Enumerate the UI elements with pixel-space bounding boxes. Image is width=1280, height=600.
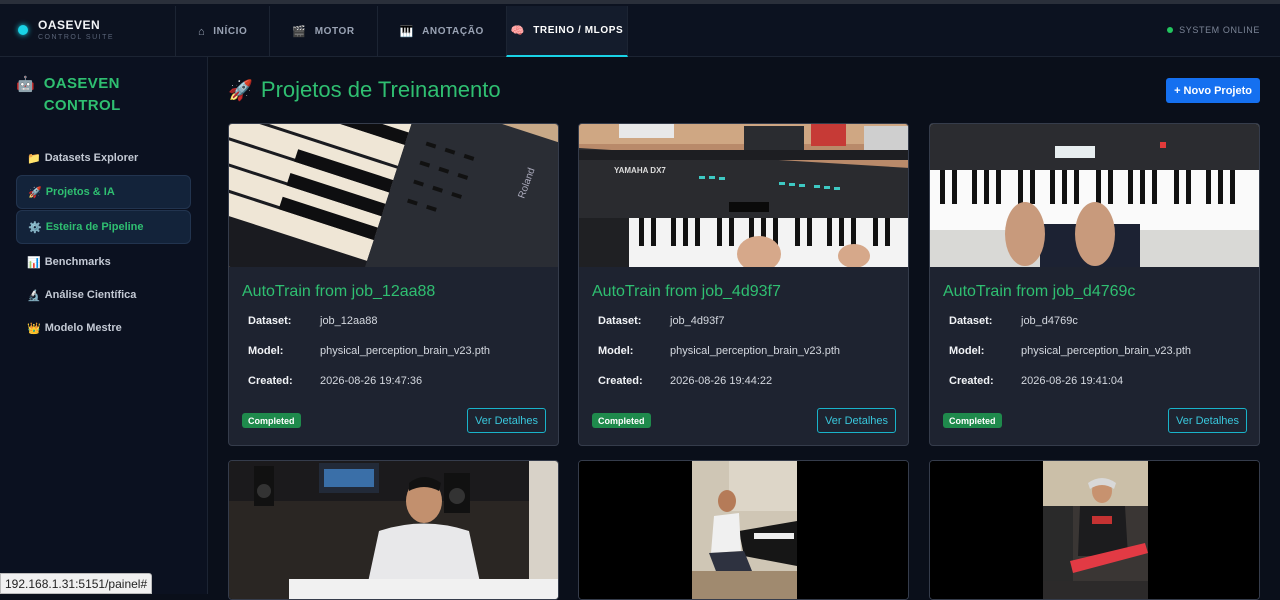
clapper-icon: 🎬 [292,26,307,38]
model-field: Model: physical_perception_brain_v23.pth [598,345,840,357]
sidebar: 🤖 OASEVEN CONTROL 📁 Datasets Explorer 🚀 Pr… [0,57,208,594]
project-card[interactable] [929,460,1260,600]
tab-label: ANOTAÇÃO [422,26,484,37]
project-card-title: AutoTrain from job_4d93f7 [592,283,781,300]
created-label: Created: [598,375,643,387]
dataset-field: Dataset: job_d4769c [949,315,1078,327]
sidebar-item-label: Datasets Explorer [44,152,139,164]
project-card[interactable]: AutoTrain from job_d4769c Dataset: job_d4… [929,123,1260,446]
sidebar-brand-line2: CONTROL [43,97,121,114]
dataset-label: Dataset: [598,315,642,327]
status-badge: Completed [943,413,1002,428]
folder-icon: 📁 [27,152,41,165]
brand-name: OASEVEN [38,18,101,32]
piano-icon: 🎹 [399,26,415,38]
created-label: Created: [949,375,994,387]
tab-treino-mlops[interactable]: 🧠 TREINO / MLOPS [505,6,629,57]
crown-icon: 👑 [27,322,41,335]
model-label: Model: [598,345,634,357]
tab-label: INÍCIO [213,26,248,37]
rocket-icon: 🚀 [28,186,42,199]
sidebar-item-label: Análise Científica [44,289,137,301]
model-value: physical_perception_brain_v23.pth [320,345,491,357]
status-badge: Completed [592,413,651,428]
created-field: Created: 2026-08-26 19:47:36 [248,375,422,387]
thumbnail-brand-text: YAMAHA DX7 [614,166,666,175]
view-details-button[interactable]: Ver Detalhes [817,408,896,433]
project-card-title: AutoTrain from job_12aa88 [242,283,436,300]
tab-inicio[interactable]: ⌂ INÍCIO [175,6,269,57]
created-value: 2026-08-26 19:44:22 [670,375,773,387]
brand[interactable]: OASEVEN CONTROL SUITE [18,18,114,41]
sidebar-item-datasets-explorer[interactable]: 📁 Datasets Explorer [16,141,191,175]
rocket-icon: 🚀 [228,79,253,102]
tab-anotacao[interactable]: 🎹 ANOTAÇÃO [376,6,506,57]
online-dot-icon [1167,27,1174,33]
tab-motor[interactable]: 🎬 MOTOR [269,6,376,57]
project-thumbnail[interactable] [579,461,909,600]
robot-icon: 🤖 [16,76,35,93]
project-thumbnail[interactable]: Roland [229,124,558,267]
project-thumbnail[interactable] [930,124,1259,267]
sidebar-item-label: Esteira de Pipeline [45,221,144,233]
project-card-title: AutoTrain from job_d4769c [943,283,1136,300]
view-details-button[interactable]: Ver Detalhes [1168,408,1247,433]
sidebar-item-analise-cientifica[interactable]: 🔬 Análise Científica [16,278,191,312]
system-status-label: SYSTEM ONLINE [1179,25,1260,35]
brand-subtitle: CONTROL SUITE [38,34,115,41]
sidebar-item-projetos-ia[interactable]: 🚀 Projetos & IA [16,175,191,209]
project-thumbnail[interactable] [229,461,559,600]
dataset-label: Dataset: [248,315,292,327]
project-thumbnail[interactable]: YAMAHA DX7 [579,124,908,267]
created-field: Created: 2026-08-26 19:44:22 [598,375,772,387]
status-badge: Completed [242,413,301,428]
tab-label: MOTOR [314,26,355,37]
sidebar-item-label: Projetos & IA [45,186,115,198]
created-value: 2026-08-26 19:41:04 [1021,375,1124,387]
new-project-button[interactable]: + Novo Projeto [1166,78,1260,103]
sidebar-item-esteira-pipeline[interactable]: ⚙️ Esteira de Pipeline [16,210,191,244]
sidebar-item-modelo-mestre[interactable]: 👑 Modelo Mestre [16,311,191,345]
sidebar-item-label: Benchmarks [44,256,111,268]
main-nav: ⌂ INÍCIO 🎬 MOTOR 🎹 ANOTAÇÃO 🧠 TREINO / MLOPS [175,6,629,57]
dataset-field: Dataset: job_4d93f7 [598,315,724,327]
sidebar-item-label: Modelo Mestre [44,322,122,334]
tab-label: TREINO / MLOPS [533,25,624,36]
brand-status-dot-icon [18,24,28,35]
page-title: 🚀 Projetos de Treinamento [228,77,501,103]
dataset-field: Dataset: job_12aa88 [248,315,378,327]
created-value: 2026-08-26 19:47:36 [320,375,423,387]
created-field: Created: 2026-08-26 19:41:04 [949,375,1123,387]
dataset-value: job_12aa88 [320,315,378,327]
system-status: SYSTEM ONLINE [1167,25,1260,35]
model-field: Model: physical_perception_brain_v23.pth [248,345,490,357]
microscope-icon: 🔬 [27,289,41,302]
page-title-text: Projetos de Treinamento [260,77,501,102]
model-label: Model: [949,345,985,357]
browser-status-url: 192.168.1.31:5151/painel# [0,573,153,594]
project-thumbnail[interactable] [930,461,1260,600]
sidebar-brand-line1: OASEVEN [43,75,120,92]
model-label: Model: [248,345,284,357]
dataset-value: job_4d93f7 [670,315,725,327]
model-field: Model: physical_perception_brain_v23.pth [949,345,1191,357]
home-icon: ⌂ [198,25,206,38]
dataset-label: Dataset: [949,315,993,327]
project-card[interactable]: Roland AutoTrain from job_12aa88 Dataset… [228,123,559,446]
model-value: physical_perception_brain_v23.pth [670,345,841,357]
bar-chart-icon: 📊 [27,256,41,269]
sidebar-item-benchmarks[interactable]: 📊 Benchmarks [16,245,191,279]
dataset-value: job_d4769c [1021,315,1078,327]
brain-icon: 🧠 [510,25,526,37]
project-card[interactable] [228,460,559,600]
created-label: Created: [248,375,293,387]
main-content: 🚀 Projetos de Treinamento + Novo Projeto [208,57,1280,600]
project-card[interactable]: YAMAHA DX7 AutoTrain from job_4d93f7 Dat… [578,123,909,446]
model-value: physical_perception_brain_v23.pth [1021,345,1192,357]
gear-icon: ⚙️ [28,221,42,234]
view-details-button[interactable]: Ver Detalhes [467,408,546,433]
sidebar-brand: 🤖 OASEVEN CONTROL [16,73,121,117]
top-bar: OASEVEN CONTROL SUITE ⌂ INÍCIO 🎬 MOTOR 🎹 AN… [0,0,1280,57]
project-card[interactable] [578,460,909,600]
